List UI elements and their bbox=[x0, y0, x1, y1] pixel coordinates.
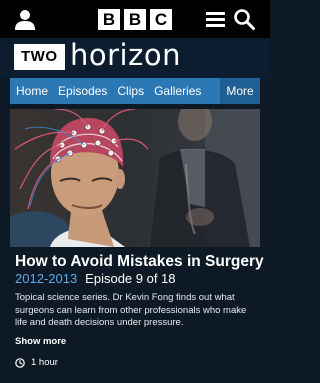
bbc-logo-letter: C bbox=[150, 9, 172, 30]
programme-nav: Home Episodes Clips Galleries More bbox=[10, 78, 260, 104]
show-more-button[interactable]: Show more bbox=[15, 336, 66, 347]
episode-description: Topical science series. Dr Kevin Fong fi… bbox=[15, 292, 247, 328]
nav-item-galleries[interactable]: Galleries bbox=[149, 78, 206, 104]
search-icon[interactable] bbox=[233, 8, 255, 30]
nav-item-clips[interactable]: Clips bbox=[112, 78, 149, 104]
bbc-logo-letter: B bbox=[98, 9, 120, 30]
series-years-link[interactable]: 2012-2013 bbox=[15, 271, 77, 286]
nav-item-episodes[interactable]: Episodes bbox=[53, 78, 112, 104]
episode-number: Episode 9 of 18 bbox=[85, 271, 176, 286]
top-bar: B B C bbox=[0, 0, 270, 38]
clock-icon bbox=[15, 357, 25, 368]
menu-icon[interactable] bbox=[206, 10, 225, 28]
programme-logo[interactable]: horizon bbox=[70, 37, 181, 73]
episode-duration: 1 hour bbox=[15, 357, 58, 368]
channel-badge[interactable]: TWO bbox=[14, 44, 65, 70]
user-icon[interactable] bbox=[14, 9, 36, 30]
episode-meta: 2012-2013 Episode 9 of 18 bbox=[15, 270, 176, 288]
nav-item-home[interactable]: Home bbox=[10, 78, 53, 104]
bbc-logo-letter: B bbox=[124, 9, 146, 30]
duration-label: 1 hour bbox=[31, 357, 58, 368]
episode-title: How to Avoid Mistakes in Surgery bbox=[15, 253, 264, 270]
nav-more-button[interactable]: More bbox=[220, 78, 260, 104]
episode-hero-image[interactable] bbox=[10, 109, 260, 247]
bbc-logo[interactable]: B B C bbox=[98, 9, 172, 30]
